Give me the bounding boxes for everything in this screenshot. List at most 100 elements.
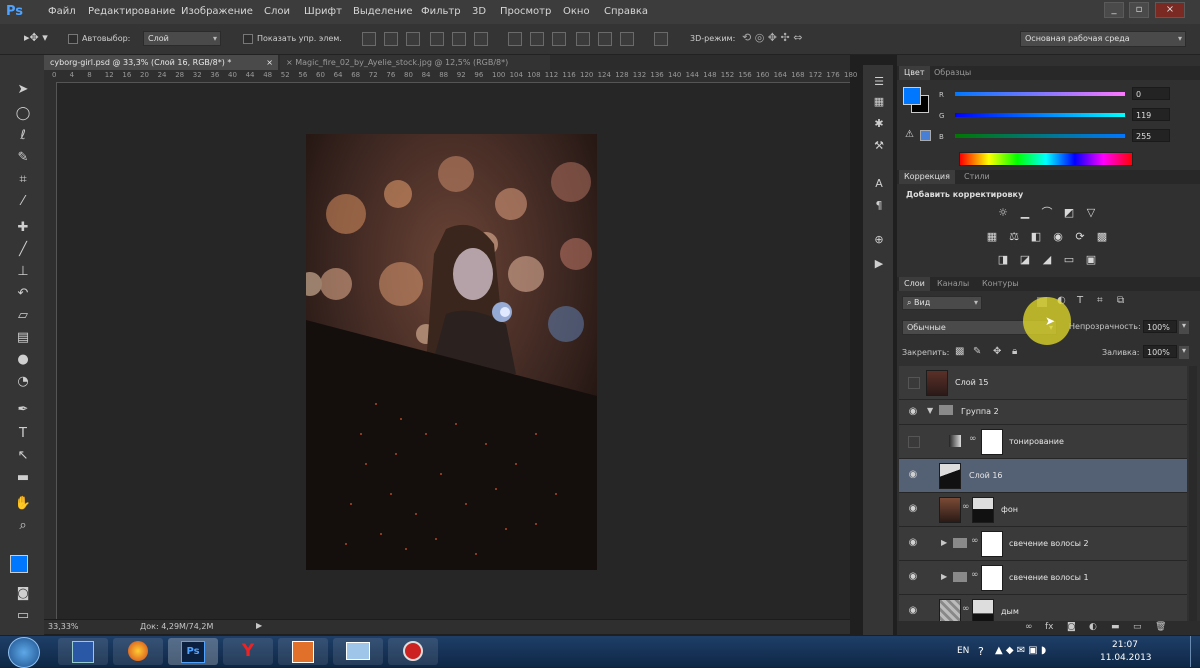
taskbar-save-app-icon[interactable]: [58, 638, 108, 665]
opacity-value[interactable]: 100%: [1143, 320, 1177, 333]
menu-image[interactable]: Изображение: [181, 6, 253, 17]
distribute-bottom-icon[interactable]: [552, 32, 566, 46]
new-layer-icon[interactable]: ▭: [1133, 622, 1142, 632]
history-icon[interactable]: ☰: [871, 75, 887, 89]
tab-cyborg-girl[interactable]: cyborg-girl.psd @ 33,3% (Слой 16, RGB/8*…: [44, 55, 278, 70]
zoom-level[interactable]: 33,33%: [48, 622, 79, 631]
color-balance-icon[interactable]: ⚖: [1007, 231, 1021, 243]
channel-g-value[interactable]: 119: [1132, 108, 1170, 121]
tab-color[interactable]: Цвет: [899, 66, 930, 80]
hue-saturation-icon[interactable]: ▦: [985, 231, 999, 243]
clone-stamp-tool-icon[interactable]: ⊥: [12, 263, 34, 281]
workspace-select[interactable]: Основная рабочая среда: [1020, 31, 1186, 47]
layer-name[interactable]: Слой 16: [969, 471, 1003, 480]
hand-tool-icon[interactable]: ✋: [12, 495, 34, 513]
menu-view[interactable]: Просмотр: [500, 6, 551, 17]
layer-row-smoke[interactable]: ◉ ∞ дым: [899, 595, 1187, 621]
photo-filter-icon[interactable]: ◉: [1051, 231, 1065, 243]
layer-name[interactable]: Слой 15: [955, 378, 989, 387]
tab-channels[interactable]: Каналы: [932, 277, 974, 291]
taskbar-photoshop-icon[interactable]: Ps: [168, 638, 218, 665]
help-tray-icon[interactable]: ?: [978, 645, 984, 658]
layer-row-sloy-16[interactable]: ◉ Слой 16: [899, 459, 1187, 493]
blur-tool-icon[interactable]: ●: [12, 351, 34, 369]
layer-name[interactable]: фон: [1001, 505, 1018, 514]
paragraph-icon[interactable]: ¶: [871, 199, 887, 213]
selective-color-icon[interactable]: ▣: [1084, 254, 1098, 266]
layer-name[interactable]: свечение волосы 2: [1009, 539, 1089, 548]
eye-icon[interactable]: ◉: [907, 503, 919, 515]
quick-select-tool-icon[interactable]: ✎: [12, 149, 34, 167]
menu-help[interactable]: Справка: [604, 6, 648, 17]
show-desktop-button[interactable]: [1190, 636, 1200, 667]
foreground-color-swatch[interactable]: [10, 555, 28, 573]
chain-link-icon[interactable]: ∞: [971, 536, 979, 546]
align-bottom-icon[interactable]: [406, 32, 420, 46]
lock-transparent-icon[interactable]: ▩: [955, 346, 964, 357]
taskbar-recorder-icon[interactable]: [388, 638, 438, 665]
menu-edit[interactable]: Редактирование: [88, 6, 175, 17]
status-menu-arrow-icon[interactable]: ▶: [256, 621, 262, 630]
filter-shape-icon[interactable]: ⌗: [1097, 295, 1103, 306]
eye-icon[interactable]: ◉: [907, 406, 919, 418]
tool-preset-icon[interactable]: ⚒: [871, 139, 887, 153]
character-icon[interactable]: A: [871, 177, 887, 191]
taskbar-presentation-icon[interactable]: [278, 638, 328, 665]
distribute-right-icon[interactable]: [620, 32, 634, 46]
layer-row-glow-hair-2[interactable]: ◉ ▶ ∞ свечение волосы 2: [899, 527, 1187, 561]
eye-icon[interactable]: ◉: [907, 537, 919, 549]
layer-mask-thumbnail[interactable]: [972, 599, 994, 621]
color-panel-foreground[interactable]: [903, 87, 921, 105]
auto-align-icon[interactable]: [654, 32, 668, 46]
layer-row-sloy-15[interactable]: Слой 15: [899, 366, 1187, 400]
web-color-icon[interactable]: [920, 130, 931, 141]
align-right-icon[interactable]: [474, 32, 488, 46]
eyedropper-tool-icon[interactable]: ⁄: [12, 193, 34, 211]
menu-3d[interactable]: 3D: [472, 6, 486, 17]
tab-styles[interactable]: Стили: [959, 170, 995, 184]
layer-name[interactable]: Группа 2: [961, 407, 999, 416]
autoselect-select[interactable]: Слой: [143, 31, 221, 46]
color-spectrum-bar[interactable]: [959, 152, 1133, 166]
restore-button[interactable]: ▫: [1129, 2, 1149, 18]
black-white-icon[interactable]: ◧: [1029, 231, 1043, 243]
layer-mask-thumbnail[interactable]: [981, 531, 1003, 557]
tray-icons[interactable]: ▲ ◆ ✉ ▣ ◗: [995, 645, 1046, 656]
screen-mode-icon[interactable]: ▭: [12, 607, 34, 625]
chain-link-icon[interactable]: ∞: [971, 570, 979, 580]
opacity-dropdown-arrow-icon[interactable]: ▾: [1179, 321, 1189, 334]
lasso-tool-icon[interactable]: ℓ: [12, 127, 34, 145]
link-layers-icon[interactable]: ∞: [1025, 622, 1033, 632]
brightness-contrast-icon[interactable]: ☼: [996, 207, 1010, 219]
distribute-hcenter-icon[interactable]: [598, 32, 612, 46]
dodge-tool-icon[interactable]: ◔: [12, 373, 34, 391]
group-collapsed-arrow-icon[interactable]: ▶: [941, 572, 947, 581]
color-lookup-icon[interactable]: ▩: [1095, 231, 1109, 243]
visibility-toggle-empty[interactable]: [908, 436, 920, 448]
language-indicator[interactable]: EN: [957, 646, 969, 656]
distribute-vcenter-icon[interactable]: [530, 32, 544, 46]
menu-layers[interactable]: Слои: [264, 6, 290, 17]
menu-select[interactable]: Выделение: [353, 6, 413, 17]
pen-tool-icon[interactable]: ✒: [12, 401, 34, 419]
layer-row-tonirovanie[interactable]: ∞ тонирование: [899, 425, 1187, 459]
filter-smart-object-icon[interactable]: ⧉: [1117, 295, 1124, 306]
channel-b-value[interactable]: 255: [1132, 129, 1170, 142]
tab-close-icon[interactable]: ×: [266, 55, 273, 70]
3d-tools-icon[interactable]: ⟲ ◎ ✥ ✣ ⇔: [742, 31, 802, 44]
minimize-button[interactable]: _: [1104, 2, 1124, 18]
taskbar-yandex-icon[interactable]: Y: [223, 638, 273, 665]
gradient-map-icon[interactable]: ▭: [1062, 254, 1076, 266]
brush-tool-icon[interactable]: ╱: [12, 241, 34, 259]
brush-preset-icon[interactable]: ✱: [871, 117, 887, 131]
clock-time[interactable]: 21:07: [1112, 640, 1138, 650]
tab-close-icon[interactable]: ×: [286, 58, 293, 67]
close-button[interactable]: ×: [1155, 2, 1185, 18]
visibility-toggle-empty[interactable]: [908, 377, 920, 389]
layer-row-group-2[interactable]: ◉ ▼ Группа 2: [899, 400, 1187, 425]
type-tool-icon[interactable]: T: [12, 425, 34, 443]
fx-icon[interactable]: fx: [1045, 622, 1054, 632]
healing-brush-tool-icon[interactable]: ✚: [12, 219, 34, 237]
tab-magic-fire[interactable]: × Magic_fire_02_by_Ayelie_stock.jpg @ 12…: [280, 55, 550, 70]
taskbar-firefox-icon[interactable]: [113, 638, 163, 665]
